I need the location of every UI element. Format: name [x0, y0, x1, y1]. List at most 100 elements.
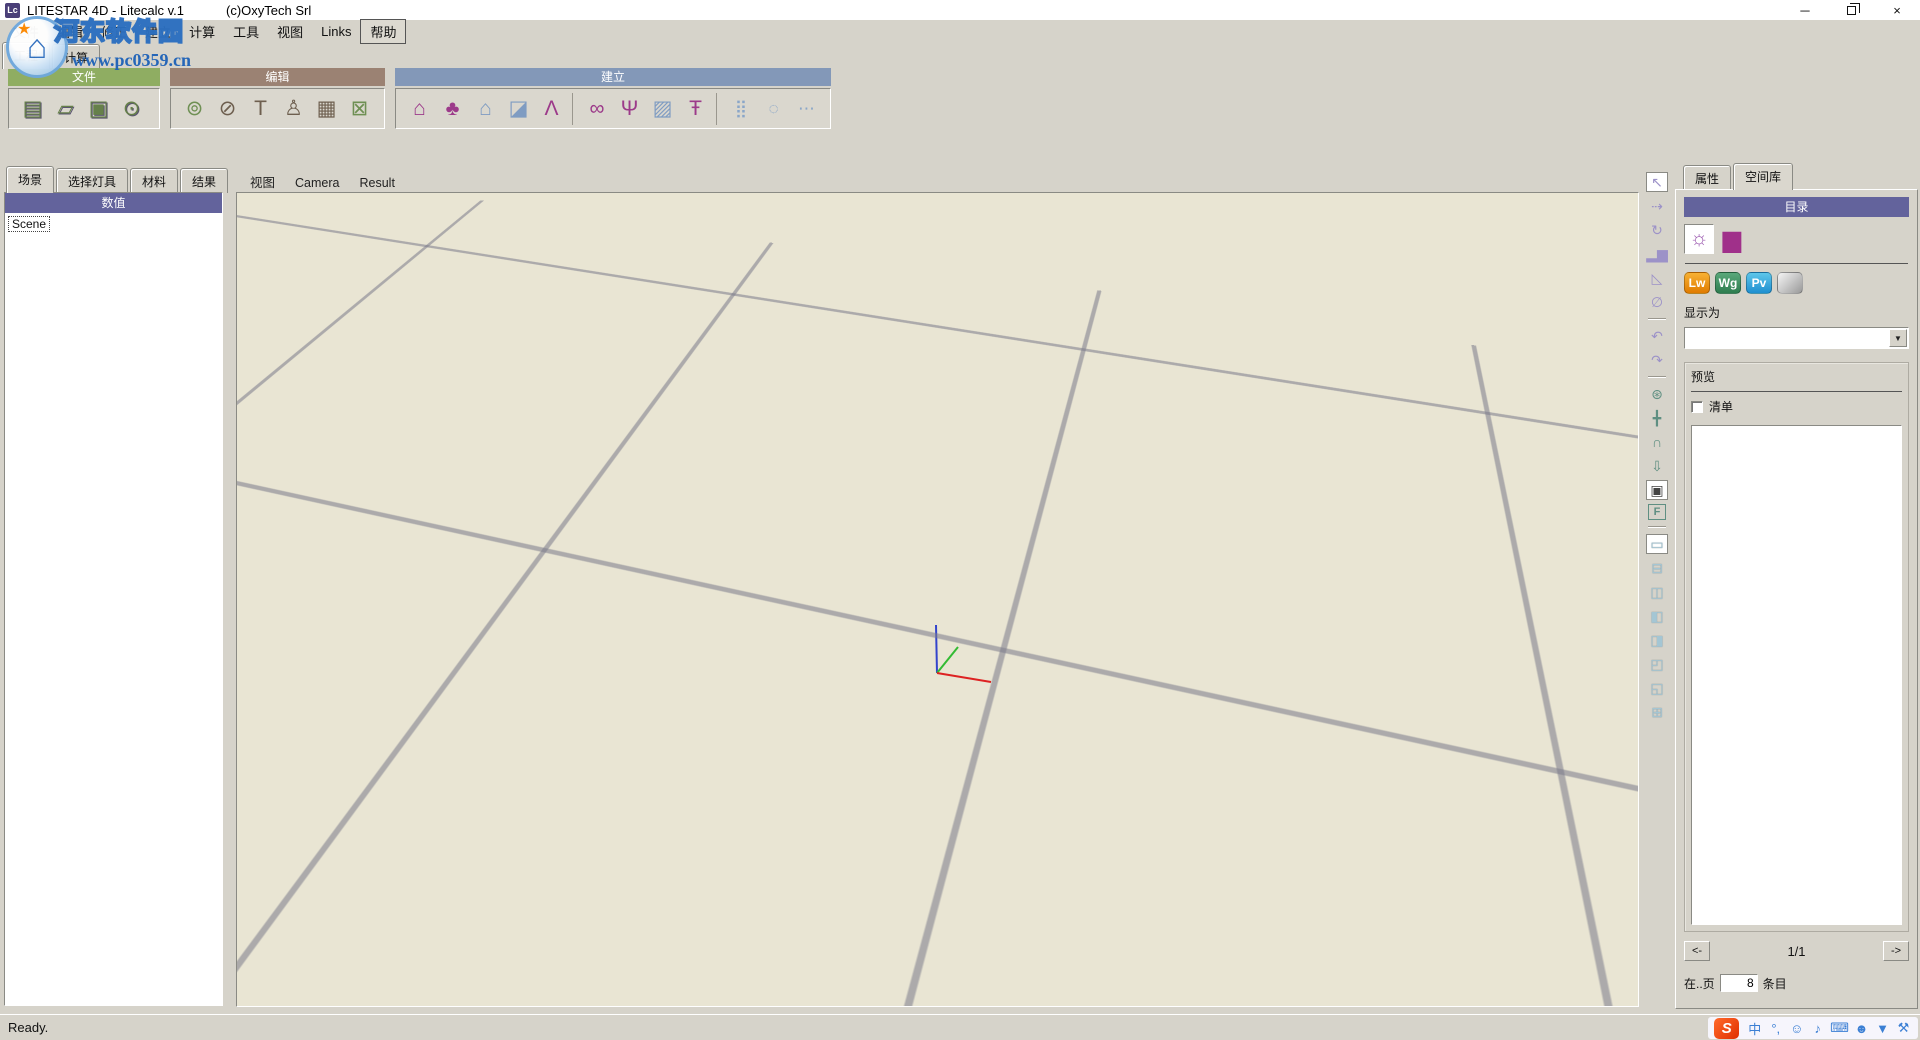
restore-button[interactable] — [1828, 0, 1874, 20]
display-as-dropdown[interactable]: ▼ — [1684, 327, 1909, 349]
camera-icon[interactable]: ∞ — [572, 93, 613, 125]
new-document-icon[interactable]: ▤ — [16, 93, 49, 125]
zoom-down-icon[interactable]: ⇩ — [1646, 456, 1668, 476]
document-tab[interactable]: 工程 — [2, 42, 50, 69]
preview-listbox[interactable] — [1691, 425, 1902, 925]
application-window: Lc LITESTAR 4D - Litecalc v.1 (c)OxyTech… — [0, 0, 1920, 1040]
hierarchy-icon[interactable]: ▦ — [310, 93, 343, 125]
road-icon[interactable]: Λ — [535, 93, 568, 125]
ime-tools-icon[interactable]: ⚒ — [1895, 1018, 1912, 1038]
antenna-pole-icon[interactable]: Ψ — [613, 93, 646, 125]
indoor-room-icon[interactable]: ⌂ — [403, 93, 436, 125]
luminaire-catalog-icon[interactable]: ☼ — [1684, 224, 1714, 254]
menu-item[interactable]: 工具 — [224, 20, 268, 43]
aim-luminaire-icon[interactable]: ◺ — [1646, 268, 1668, 288]
menu-item[interactable]: 文件 — [4, 20, 48, 43]
ime-keyboard-icon[interactable]: ⌨ — [1830, 1018, 1849, 1038]
layout-left-main-icon[interactable]: ◧ — [1646, 606, 1668, 626]
mouse-mode-icon[interactable]: ▣ — [1646, 480, 1668, 500]
minimize-button[interactable]: ─ — [1782, 0, 1828, 20]
rotate-icon[interactable]: ↻ — [1646, 220, 1668, 240]
viewport-tab[interactable]: 视图 — [240, 168, 285, 195]
left-panel-tab[interactable]: 场景 — [6, 166, 54, 193]
ime-mic-icon[interactable]: ♪ — [1809, 1018, 1826, 1038]
layout-quad-icon[interactable]: ⊞ — [1646, 702, 1668, 722]
right-panel-tab[interactable]: 属性 — [1683, 165, 1731, 190]
array-line-icon[interactable]: ⋯ — [790, 93, 823, 125]
sogou-logo-icon[interactable]: S — [1714, 1018, 1739, 1039]
items-label: 条目 — [1763, 975, 1787, 992]
delete-hierarchy-icon[interactable]: ⊠ — [343, 93, 376, 125]
layout-three-pane-icon[interactable]: ◰ — [1646, 654, 1668, 674]
menu-item[interactable]: 修正 — [92, 20, 136, 43]
menu-item[interactable]: 建立 — [136, 20, 180, 43]
strip-icon[interactable] — [1648, 526, 1666, 528]
zero-icon[interactable]: ∅ — [1646, 292, 1668, 312]
right-panel-tab[interactable]: 空间库 — [1733, 163, 1793, 190]
prev-page-button[interactable]: <- — [1684, 941, 1710, 961]
app-icon: Lc — [5, 3, 20, 18]
furniture-catalog-icon[interactable]: ▆ — [1717, 224, 1747, 254]
items-per-page-input[interactable] — [1720, 974, 1758, 992]
left-panel: 数值 Scene — [4, 192, 223, 1006]
open-folder-icon[interactable]: ▱ — [49, 93, 82, 125]
select-cursor-icon[interactable]: ↖ — [1646, 172, 1668, 192]
ime-account-icon[interactable]: ☻ — [1853, 1018, 1870, 1038]
layout-right-main-icon[interactable]: ◨ — [1646, 630, 1668, 650]
undo-icon[interactable]: ↶ — [1646, 326, 1668, 346]
menu-item[interactable]: 计算 — [180, 20, 224, 43]
power-exit-icon[interactable]: ⊙ — [115, 93, 148, 125]
close-button[interactable]: × — [1874, 0, 1920, 20]
zoom-fit-icon[interactable]: F — [1648, 504, 1666, 520]
zoom-window-icon[interactable]: ∩ — [1646, 432, 1668, 452]
redo-icon[interactable]: ↷ — [1646, 350, 1668, 370]
menu-item[interactable]: 视图 — [268, 20, 312, 43]
layout-single-icon[interactable]: ▭ — [1646, 534, 1668, 554]
ime-tray: S 中°,☺♪⌨☻▼⚒ — [1708, 1017, 1918, 1039]
text-label-icon[interactable]: T — [244, 93, 277, 125]
next-page-button[interactable]: -> — [1883, 941, 1909, 961]
menu-item[interactable]: 帮助 — [360, 19, 406, 44]
layout-hsplit-icon[interactable]: ⊟ — [1646, 558, 1668, 578]
clone-object-icon[interactable]: ⊚ — [178, 93, 211, 125]
layout-vsplit-icon[interactable]: ◫ — [1646, 582, 1668, 602]
pan-icon[interactable]: ╋ — [1646, 408, 1668, 428]
save-icon[interactable]: ▣ — [82, 93, 115, 125]
menu-item[interactable]: 编辑 — [48, 20, 92, 43]
floodlight-panel-icon[interactable]: ▨ — [646, 93, 679, 125]
left-panel-tab[interactable]: 选择灯具 — [56, 168, 128, 193]
outdoor-scene-icon[interactable]: ♣ — [436, 93, 469, 125]
strip-icon[interactable] — [1648, 318, 1666, 320]
layout-three-pane-alt-icon[interactable]: ◱ — [1646, 678, 1668, 698]
list-checkbox[interactable] — [1691, 401, 1703, 413]
scene-tree-item[interactable]: Scene — [8, 216, 50, 232]
library-panel: 目录 ☼▆ LwWgPv 显示为 ▼ 预览 清单 <- 1/1 -> 在 — [1675, 189, 1918, 1009]
lw-format-icon[interactable]: Lw — [1684, 272, 1710, 294]
street-lamp-icon[interactable]: Ŧ — [679, 93, 712, 125]
pv-format-icon[interactable]: Pv — [1746, 272, 1772, 294]
ime-punctuation-icon[interactable]: °, — [1767, 1018, 1784, 1038]
viewport-3d-canvas[interactable] — [236, 192, 1639, 1007]
array-grid-icon[interactable]: ⣿ — [716, 93, 757, 125]
solid-cube-icon[interactable]: ◪ — [502, 93, 535, 125]
translate-icon[interactable]: ⇢ — [1646, 196, 1668, 216]
building-icon[interactable]: ⌂ — [469, 93, 502, 125]
ime-chinese-icon[interactable]: 中 — [1746, 1018, 1763, 1038]
ime-skin-icon[interactable]: ▼ — [1874, 1018, 1891, 1038]
menu-item[interactable]: Links — [312, 22, 360, 41]
delete-object-icon[interactable]: ⊘ — [211, 93, 244, 125]
render-format-icon[interactable] — [1777, 272, 1803, 294]
scale-steps-icon[interactable]: ▂▆ — [1646, 244, 1668, 264]
viewport-tab[interactable]: Result — [349, 172, 404, 194]
chevron-down-icon[interactable]: ▼ — [1889, 329, 1907, 347]
array-circle-icon[interactable]: ◌ — [757, 93, 790, 125]
ime-emoji-icon[interactable]: ☺ — [1788, 1018, 1805, 1038]
select-figure-icon[interactable]: ♙ — [277, 93, 310, 125]
orbit-icon[interactable]: ⊛ — [1646, 384, 1668, 404]
window-copyright: (c)OxyTech Srl — [226, 3, 311, 18]
left-panel-tab[interactable]: 结果 — [180, 168, 228, 193]
wg-format-icon[interactable]: Wg — [1715, 272, 1741, 294]
viewport-tab[interactable]: Camera — [285, 172, 349, 194]
left-panel-tab[interactable]: 材料 — [130, 168, 178, 193]
strip-icon[interactable] — [1648, 376, 1666, 378]
